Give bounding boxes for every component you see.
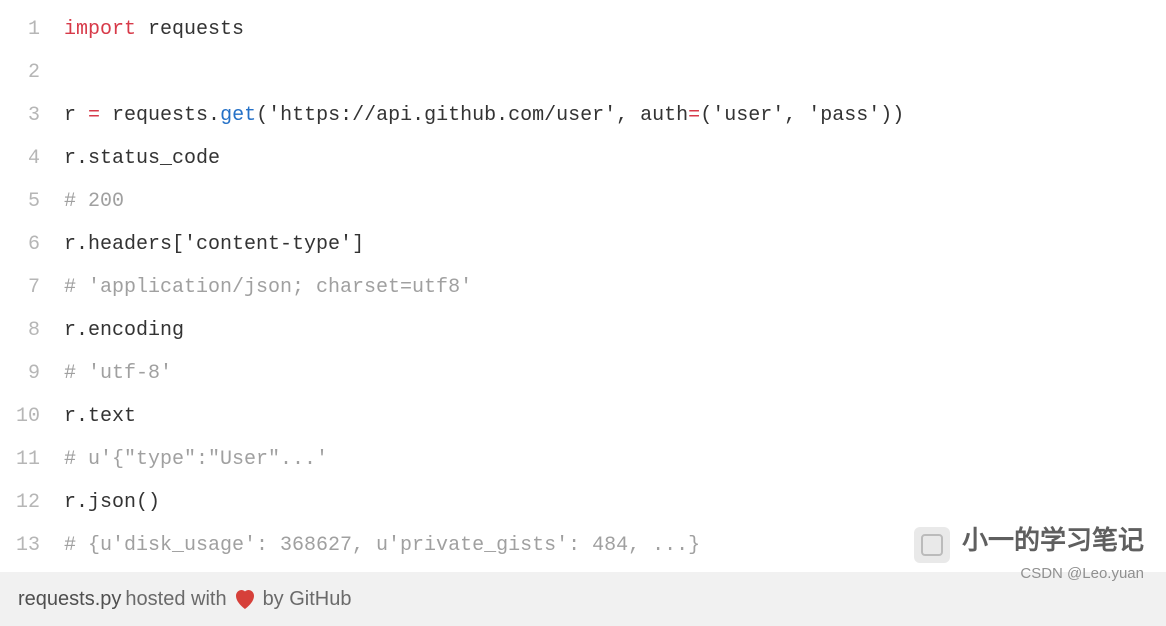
code-line: 6r.headers['content-type'] [0,223,1166,266]
line-number: 11 [0,438,64,481]
code-line: 8r.encoding [0,309,1166,352]
line-number: 2 [0,51,64,94]
wechat-icon [914,527,950,563]
gist-hosted-text: hosted with [125,588,226,611]
code-content[interactable]: r.encoding [64,309,1166,352]
line-number: 13 [0,524,64,567]
code-content[interactable]: r.headers['content-type'] [64,223,1166,266]
line-number: 4 [0,137,64,180]
gist-filename[interactable]: requests.py [18,588,121,611]
line-number: 8 [0,309,64,352]
line-number: 1 [0,8,64,51]
code-content[interactable]: # u'{"type":"User"...' [64,438,1166,481]
code-content[interactable]: r.status_code [64,137,1166,180]
code-content[interactable]: r.text [64,395,1166,438]
code-content[interactable]: r.json() [64,481,1166,524]
code-line: 1import requests [0,8,1166,51]
watermark-subtitle: CSDN @Leo.yuan [914,565,1144,582]
line-number: 5 [0,180,64,223]
line-number: 7 [0,266,64,309]
line-number: 12 [0,481,64,524]
code-content[interactable]: import requests [64,8,1166,51]
code-line: 7# 'application/json; charset=utf8' [0,266,1166,309]
code-line: 10r.text [0,395,1166,438]
code-line: 9# 'utf-8' [0,352,1166,395]
code-content[interactable]: # 'utf-8' [64,352,1166,395]
code-line: 4r.status_code [0,137,1166,180]
code-block: 1import requests23r = requests.get('http… [0,0,1166,567]
code-content[interactable]: r = requests.get('https://api.github.com… [64,94,1166,137]
code-line: 11# u'{"type":"User"...' [0,438,1166,481]
line-number: 9 [0,352,64,395]
line-number: 6 [0,223,64,266]
code-content[interactable]: # 200 [64,180,1166,223]
watermark: 小一的学习笔记 CSDN @Leo.yuan [914,520,1144,582]
code-line: 3r = requests.get('https://api.github.co… [0,94,1166,137]
gist-by-github[interactable]: by GitHub [263,588,352,611]
code-line: 5# 200 [0,180,1166,223]
code-line: 2 [0,51,1166,94]
code-content[interactable]: # 'application/json; charset=utf8' [64,266,1166,309]
watermark-title: 小一的学习笔记 [962,525,1144,555]
code-line: 12r.json() [0,481,1166,524]
line-number: 10 [0,395,64,438]
line-number: 3 [0,94,64,137]
heart-icon [233,588,257,610]
